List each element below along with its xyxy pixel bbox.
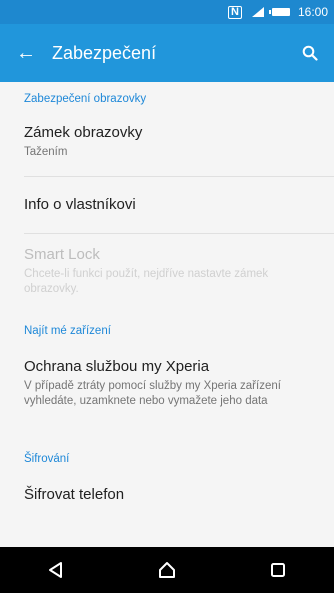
smart-lock-title: Smart Lock <box>24 246 100 263</box>
my-xperia-title: Ochrana službou my Xperia <box>24 358 210 375</box>
nav-recents-icon <box>271 563 286 577</box>
nav-back-icon <box>48 562 62 578</box>
search-icon <box>302 45 318 61</box>
nfc-icon: N <box>228 5 242 19</box>
owner-info-title: Info o vlastníkovi <box>24 196 136 213</box>
battery-icon <box>268 8 290 16</box>
search-button[interactable] <box>286 24 334 82</box>
signal-icon <box>250 7 264 17</box>
settings-list: Zabezpečení obrazovky Zámek obrazovky Ta… <box>0 82 334 547</box>
nav-home-button[interactable] <box>137 547 197 593</box>
encrypt-phone-title: Šifrovat telefon <box>24 486 125 503</box>
my-xperia-item[interactable]: Ochrana službou my Xperia V případě ztrá… <box>0 344 334 442</box>
owner-info-item[interactable]: Info o vlastníkovi <box>0 177 334 233</box>
back-button[interactable]: ← <box>0 24 52 82</box>
navigation-bar <box>0 547 334 593</box>
section-header-screen-security: Zabezpečení obrazovky <box>24 93 147 105</box>
my-xperia-subtitle: V případě ztráty pomocí služby my Xperia… <box>24 380 281 407</box>
nav-back-button[interactable] <box>26 547 86 593</box>
section-header-encryption: Šifrování <box>24 453 70 465</box>
smart-lock-subtitle: Chcete-li funkci použít, nejdříve nastav… <box>24 268 269 295</box>
status-bar: N 16:00 <box>0 0 334 24</box>
app-bar: ← Zabezpečení <box>0 24 334 82</box>
status-time: 16:00 <box>297 5 328 19</box>
encrypt-phone-item[interactable]: Šifrovat telefon <box>0 472 334 522</box>
back-arrow-icon: ← <box>16 41 36 64</box>
smart-lock-item: Smart Lock Chcete-li funkci použít, nejd… <box>0 234 334 314</box>
screen-lock-subtitle: Tažením <box>24 146 68 158</box>
screen-lock-item[interactable]: Zámek obrazovky Tažením <box>0 112 334 176</box>
nav-recents-button[interactable] <box>248 547 308 593</box>
screen-lock-title: Zámek obrazovky <box>24 124 143 141</box>
section-header-find-device: Najít mé zařízení <box>24 325 111 337</box>
page-title: Zabezpečení <box>52 42 157 63</box>
nav-home-icon <box>158 562 175 578</box>
